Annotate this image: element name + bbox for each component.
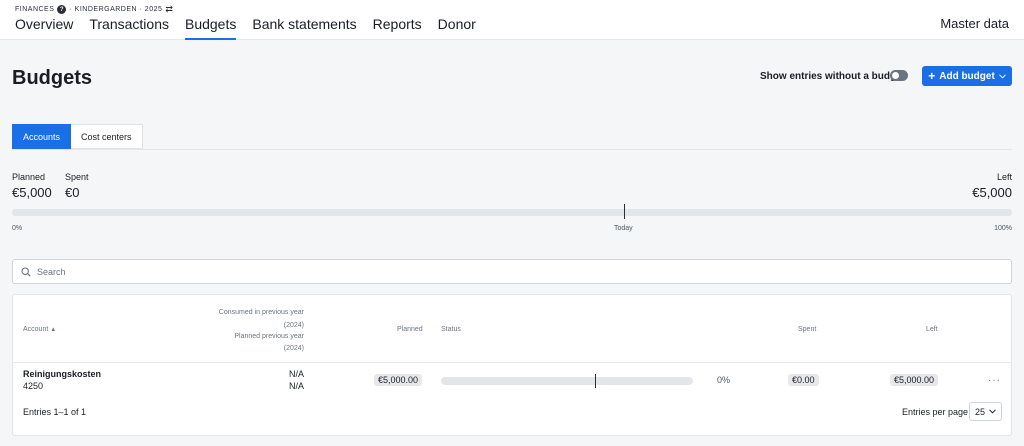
account-name: Reinigungskosten bbox=[23, 369, 102, 379]
more-icon[interactable]: ··· bbox=[988, 375, 1001, 386]
col-planned-prev-1: Planned previous year bbox=[234, 333, 304, 340]
tab-reports[interactable]: Reports bbox=[373, 16, 422, 38]
view-switcher: Accounts Cost centers bbox=[12, 124, 143, 149]
segment-accounts[interactable]: Accounts bbox=[12, 124, 72, 149]
tab-transactions[interactable]: Transactions bbox=[89, 16, 169, 38]
search-input[interactable] bbox=[37, 266, 1011, 277]
breadcrumb-path: · KINDERGARDEN · 2025 bbox=[69, 6, 163, 13]
per-page-value: 25 bbox=[974, 406, 985, 417]
budget-progress-bar bbox=[12, 209, 1012, 216]
toggle-label: Show entries without a budget bbox=[760, 71, 905, 82]
col-left: Left bbox=[926, 326, 938, 333]
planned-prev-value: N/A bbox=[288, 381, 304, 391]
status-percent: 0% bbox=[717, 375, 731, 385]
per-page-select[interactable]: 25 bbox=[969, 402, 1002, 421]
chevron-down-icon bbox=[989, 409, 996, 414]
breadcrumb: FINANCES ? · KINDERGARDEN · 2025 ⇄ bbox=[15, 4, 173, 15]
add-budget-button[interactable]: + Add budget bbox=[922, 66, 1012, 86]
search-icon bbox=[21, 266, 31, 277]
spent-label: Spent bbox=[65, 172, 89, 182]
left-label: Left bbox=[996, 172, 1012, 182]
col-planned: Planned bbox=[397, 326, 423, 333]
consumed-prev-value: N/A bbox=[288, 369, 304, 379]
main-nav: Overview Transactions Budgets Bank state… bbox=[15, 16, 476, 40]
toggle-knob bbox=[892, 72, 899, 79]
entries-info: Entries 1–1 of 1 bbox=[23, 407, 87, 417]
show-without-budget-toggle[interactable] bbox=[890, 70, 908, 81]
spent-value-badge: €0.00 bbox=[788, 374, 819, 386]
left-value-badge: €5,000.00 bbox=[890, 374, 939, 386]
col-consumed-prev-1: Consumed in previous year bbox=[218, 309, 304, 316]
org-name: FINANCES bbox=[15, 6, 55, 13]
row-status-bar bbox=[441, 377, 693, 385]
chevron-down-icon bbox=[998, 73, 1006, 79]
tab-overview[interactable]: Overview bbox=[15, 16, 73, 38]
page-title: Budgets bbox=[12, 67, 92, 89]
left-value: €5,000 bbox=[972, 185, 1012, 200]
spent-value: €0 bbox=[65, 185, 80, 200]
tick-today: Today bbox=[614, 225, 633, 232]
col-spent: Spent bbox=[798, 326, 817, 333]
tick-end: 100% bbox=[994, 225, 1012, 232]
planned-label: Planned bbox=[12, 172, 46, 182]
search-box bbox=[12, 259, 1012, 284]
tab-budgets[interactable]: Budgets bbox=[184, 16, 237, 40]
budgets-table: Account ▲ Consumed in previous year (202… bbox=[12, 294, 1012, 436]
header-divider bbox=[13, 362, 1011, 363]
segment-cost-centers[interactable]: Cost centers bbox=[71, 124, 143, 149]
col-consumed-prev-2: (2024) bbox=[283, 322, 304, 329]
today-marker bbox=[624, 204, 625, 219]
per-page-label: Entries per page bbox=[902, 407, 969, 417]
col-account[interactable]: Account ▲ bbox=[23, 326, 56, 333]
planned-value-badge: €5,000.00 bbox=[374, 374, 423, 386]
master-data-link[interactable]: Master data bbox=[940, 16, 1009, 31]
plus-icon: + bbox=[928, 69, 936, 83]
tab-donor[interactable]: Donor bbox=[438, 16, 476, 38]
switch-icon[interactable]: ⇄ bbox=[165, 4, 173, 15]
col-status: Status bbox=[441, 326, 461, 333]
sort-asc-icon: ▲ bbox=[50, 327, 57, 333]
col-planned-prev-2: (2024) bbox=[283, 345, 304, 352]
top-bar: FINANCES ? · KINDERGARDEN · 2025 ⇄ Overv… bbox=[0, 0, 1024, 40]
account-number: 4250 bbox=[23, 381, 44, 391]
row-today-marker bbox=[595, 374, 596, 388]
divider bbox=[12, 149, 1012, 150]
planned-value: €5,000 bbox=[12, 185, 52, 200]
tab-bank-statements[interactable]: Bank statements bbox=[252, 16, 356, 38]
tick-start: 0% bbox=[12, 225, 23, 232]
add-budget-label: Add budget bbox=[939, 70, 995, 82]
help-icon[interactable]: ? bbox=[57, 5, 67, 14]
